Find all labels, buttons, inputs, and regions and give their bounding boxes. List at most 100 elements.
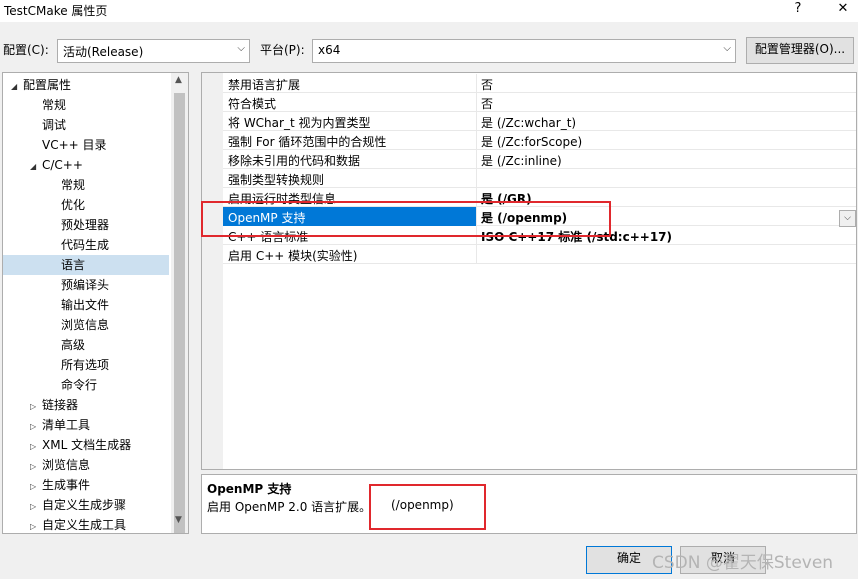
property-name: 强制 For 循环范围中的合规性 [228, 135, 387, 149]
column-divider[interactable] [476, 169, 477, 188]
tree-item[interactable]: 语言 [3, 255, 169, 275]
grid-margin [202, 73, 223, 469]
tree-item[interactable]: ▷ 清单工具 [3, 415, 169, 435]
tree-item-label: 链接器 [42, 398, 79, 412]
tree-item[interactable]: ▷ 链接器 [3, 395, 169, 415]
property-tree[interactable]: ◢ 配置属性 常规 调试 VC++ 目录 ◢ C/C++ 常规 优化 预处理器 代码生成 语言 预编译头… [2, 72, 189, 534]
property-value[interactable]: 是 (/Zc:wchar_t) [481, 114, 576, 131]
title-bar: TestCMake 属性页 ? ✕ [0, 0, 858, 22]
collapsed-arrow-icon[interactable]: ▷ [30, 497, 42, 517]
collapsed-arrow-icon[interactable]: ▷ [30, 477, 42, 497]
property-name: 符合模式 [228, 97, 277, 111]
tree-item[interactable]: VC++ 目录 [3, 135, 169, 155]
property-row[interactable]: 符合模式 否 [223, 93, 856, 112]
property-name: 强制类型转换规则 [228, 173, 325, 187]
tree-item[interactable]: 预处理器 [3, 215, 169, 235]
close-button[interactable]: ✕ [829, 0, 857, 20]
expanded-arrow-icon[interactable]: ◢ [30, 157, 42, 177]
tree-item-label: 预处理器 [61, 218, 110, 232]
tree-item[interactable]: ▷ 浏览信息 [3, 455, 169, 475]
tree-item-label: 常规 [61, 178, 86, 192]
tree-scrollbar[interactable]: ▲ ▼ [171, 73, 188, 533]
tree-item[interactable]: 高级 [3, 335, 169, 355]
tree-item-label: 代码生成 [61, 238, 110, 252]
collapsed-arrow-icon[interactable]: ▷ [30, 517, 42, 533]
property-value[interactable]: 是 (/Zc:inline) [481, 152, 562, 169]
value-dropdown-button[interactable]: ⌵ [839, 210, 856, 227]
tree-item[interactable]: 常规 [3, 175, 169, 195]
tree-item-label: 高级 [61, 338, 86, 352]
tree-item[interactable]: 代码生成 [3, 235, 169, 255]
column-divider[interactable] [476, 131, 477, 150]
property-row[interactable]: 禁用语言扩展 否 [223, 74, 856, 93]
tree-item[interactable]: 常规 [3, 95, 169, 115]
config-select[interactable]: 活动(Release) ⌵ [57, 39, 250, 63]
collapsed-arrow-icon[interactable]: ▷ [30, 417, 42, 437]
tree-item-label: 语言 [61, 258, 86, 272]
tree-item[interactable]: ◢ 配置属性 [3, 75, 169, 95]
chevron-down-icon: ⌵ [723, 43, 731, 54]
description-title: OpenMP 支持 [207, 482, 292, 496]
tree-item-label: 所有选项 [61, 358, 110, 372]
tree-item[interactable]: ▷ 生成事件 [3, 475, 169, 495]
property-name: 启用 C++ 模块(实验性) [228, 249, 358, 263]
tree-item[interactable]: ◢ C/C++ [3, 155, 169, 175]
description-pane: OpenMP 支持 启用 OpenMP 2.0 语言扩展。 (/openmp) [201, 474, 857, 534]
collapsed-arrow-icon[interactable]: ▷ [30, 457, 42, 477]
tree-item-label: 预编译头 [61, 278, 110, 292]
tree-item-label: 浏览信息 [61, 318, 110, 332]
property-row[interactable]: 将 WChar_t 视为内置类型 是 (/Zc:wchar_t) [223, 112, 856, 131]
tree-item[interactable]: 命令行 [3, 375, 169, 395]
property-value[interactable]: 否 [481, 95, 493, 112]
expanded-arrow-icon[interactable]: ◢ [11, 77, 23, 97]
tree-item-label: 生成事件 [42, 478, 91, 492]
tree-item[interactable]: 浏览信息 [3, 315, 169, 335]
watermark: CSDN @翟天保Steven [652, 553, 834, 573]
window-title: TestCMake 属性页 [4, 4, 108, 18]
tree-item[interactable]: ▷ XML 文档生成器 [3, 435, 169, 455]
tree-item-label: 自定义生成步骤 [42, 498, 127, 512]
collapsed-arrow-icon[interactable]: ▷ [30, 397, 42, 417]
config-manager-button[interactable]: 配置管理器(O)... [746, 37, 854, 64]
scroll-thumb[interactable] [174, 93, 185, 533]
scroll-down-icon[interactable]: ▼ [175, 515, 182, 525]
column-divider[interactable] [476, 74, 477, 93]
platform-select[interactable]: x64 ⌵ [312, 39, 736, 63]
tree-item-label: 命令行 [61, 378, 98, 392]
tree-item-label: VC++ 目录 [42, 138, 107, 152]
property-row[interactable]: 启用 C++ 模块(实验性) [223, 245, 856, 264]
column-divider[interactable] [476, 93, 477, 112]
property-row[interactable]: 强制类型转换规则 [223, 169, 856, 188]
property-row[interactable]: 强制 For 循环范围中的合规性 是 (/Zc:forScope) [223, 131, 856, 150]
tree-item-label: 输出文件 [61, 298, 110, 312]
column-divider[interactable] [476, 245, 477, 264]
tree-item-label: 调试 [42, 118, 67, 132]
property-row[interactable]: 移除未引用的代码和数据 是 (/Zc:inline) [223, 150, 856, 169]
tree-item[interactable]: 调试 [3, 115, 169, 135]
property-value[interactable]: 是 (/Zc:forScope) [481, 133, 582, 150]
tree-item[interactable]: 输出文件 [3, 295, 169, 315]
tree-item[interactable]: ▷ 自定义生成步骤 [3, 495, 169, 515]
highlight-box-row [201, 201, 611, 237]
tree-item-label: XML 文档生成器 [42, 438, 132, 452]
tree-item-label: 浏览信息 [42, 458, 91, 472]
help-button[interactable]: ? [784, 0, 812, 20]
property-value[interactable]: 否 [481, 76, 493, 93]
platform-label: 平台(P): [260, 43, 305, 57]
chevron-down-icon: ⌵ [844, 213, 851, 223]
column-divider[interactable] [476, 112, 477, 131]
tree-item[interactable]: ▷ 自定义生成工具 [3, 515, 169, 533]
tree-item-label: 常规 [42, 98, 67, 112]
column-divider[interactable] [476, 150, 477, 169]
tree-item[interactable]: 预编译头 [3, 275, 169, 295]
tree-item-label: 配置属性 [23, 78, 72, 92]
property-name: 移除未引用的代码和数据 [228, 154, 361, 168]
property-grid[interactable]: 禁用语言扩展否符合模式否将 WChar_t 视为内置类型是 (/Zc:wchar… [201, 72, 857, 470]
scroll-up-icon[interactable]: ▲ [175, 75, 182, 85]
tree-item[interactable]: 优化 [3, 195, 169, 215]
collapsed-arrow-icon[interactable]: ▷ [30, 437, 42, 457]
platform-value: x64 [318, 43, 341, 57]
config-label: 配置(C): [3, 43, 49, 57]
description-text: 启用 OpenMP 2.0 语言扩展。 [207, 500, 372, 514]
tree-item[interactable]: 所有选项 [3, 355, 169, 375]
